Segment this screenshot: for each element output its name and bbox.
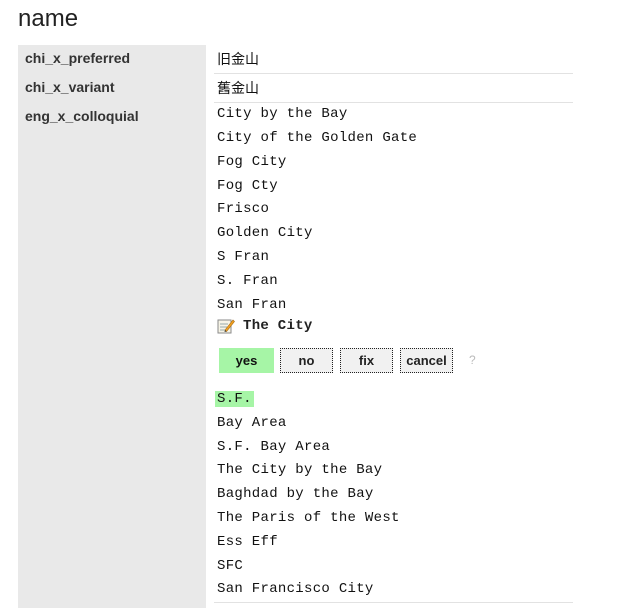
list-item[interactable]: Frisco: [217, 201, 269, 217]
list-item[interactable]: S. Fran: [217, 273, 278, 289]
list-item[interactable]: Golden City: [217, 225, 313, 241]
list-item[interactable]: The City by the Bay: [217, 462, 382, 478]
field-key-eng-colloquial: eng_x_colloquial: [25, 108, 139, 124]
list-item[interactable]: SFC: [217, 558, 243, 574]
list-item[interactable]: S.F.: [215, 391, 254, 407]
field-value-chi-preferred[interactable]: 旧金山: [217, 49, 259, 69]
key-column: [18, 45, 206, 608]
list-item[interactable]: San Francisco City: [217, 581, 374, 597]
list-item[interactable]: Baghdad by the Bay: [217, 486, 374, 502]
list-item[interactable]: The Paris of the West: [217, 510, 400, 526]
field-key-chi-preferred: chi_x_preferred: [25, 50, 131, 66]
divider: [214, 73, 573, 74]
yes-button[interactable]: yes: [219, 348, 274, 373]
list-item[interactable]: Ess Eff: [217, 534, 278, 550]
fix-button[interactable]: fix: [340, 348, 393, 373]
list-item[interactable]: San Fran: [217, 297, 287, 313]
no-button[interactable]: no: [280, 348, 333, 373]
help-link[interactable]: ?: [469, 353, 476, 367]
cancel-button[interactable]: cancel: [400, 348, 453, 373]
field-value-chi-variant[interactable]: 舊金山: [217, 78, 259, 98]
list-item[interactable]: Fog Cty: [217, 178, 278, 194]
list-item[interactable]: S Fran: [217, 249, 269, 265]
list-item[interactable]: Fog City: [217, 154, 287, 170]
field-key-chi-variant: chi_x_variant: [25, 79, 115, 95]
editing-item-label: The City: [243, 318, 313, 334]
edit-note-icon[interactable]: [217, 318, 235, 334]
list-item[interactable]: Bay Area: [217, 415, 287, 431]
list-item[interactable]: City of the Golden Gate: [217, 130, 417, 146]
list-item[interactable]: S.F. Bay Area: [217, 439, 330, 455]
list-item[interactable]: City by the Bay: [217, 106, 348, 122]
highlighted-value: S.F.: [215, 391, 254, 407]
divider: [214, 102, 573, 103]
divider: [214, 602, 573, 603]
editing-item: The City: [217, 318, 313, 334]
page-title: name: [18, 5, 79, 32]
